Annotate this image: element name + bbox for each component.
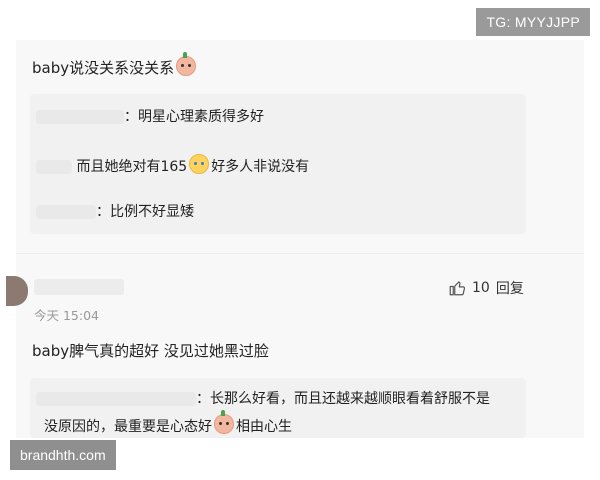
reply-item[interactable]: ：比例不好显矮 (36, 201, 194, 221)
comment-text: baby脾气真的超好 没见过她黑过脸 (32, 342, 269, 360)
reply-button[interactable]: 回复 (496, 278, 524, 298)
baby-emoji-icon (214, 410, 234, 434)
username-blur (36, 110, 124, 124)
watermark-bottom: brandhth.com (10, 440, 116, 470)
reply-text: ：长那么好看，而且还越来越顺眼看着舒服不是 (196, 391, 490, 407)
crying-emoji-icon (189, 154, 210, 174)
username-blur (36, 392, 196, 406)
username-blur[interactable] (34, 279, 124, 295)
reply-text: 没原因的，最重要是心态好 (44, 419, 212, 435)
thumbs-up-icon[interactable] (448, 279, 466, 297)
watermark-top: TG: MYYJJPP (476, 8, 590, 36)
comment-body: baby说没关系没关系 (32, 59, 175, 77)
like-reply-actions: 10 回复 (448, 278, 524, 298)
reply-text: ：明星心理素质得多好 (124, 109, 264, 125)
reply-text: 好多人非说没有 (211, 159, 310, 175)
username-blur (36, 160, 72, 174)
baby-emoji-icon (176, 52, 197, 76)
reply-text: 相由心生 (236, 419, 292, 435)
divider (16, 253, 584, 254)
like-count: 10 (472, 280, 490, 296)
username-blur (36, 205, 96, 219)
reply-item[interactable]: 而且她绝对有165 好多人非说没有 (36, 154, 309, 176)
reply-item[interactable]: ：明星心理素质得多好 (36, 106, 264, 126)
reply-item-continued: 没原因的，最重要是心态好 相由心生 (44, 410, 292, 436)
reply-item[interactable]: ：长那么好看，而且还越来越顺眼看着舒服不是 (36, 388, 490, 408)
comment-text: baby说没关系没关系 (32, 52, 198, 78)
comment-time: 今天 15:04 (34, 308, 99, 323)
reply-text: 而且她绝对有165 (76, 159, 188, 175)
reply-text: ：比例不好显矮 (96, 204, 194, 220)
